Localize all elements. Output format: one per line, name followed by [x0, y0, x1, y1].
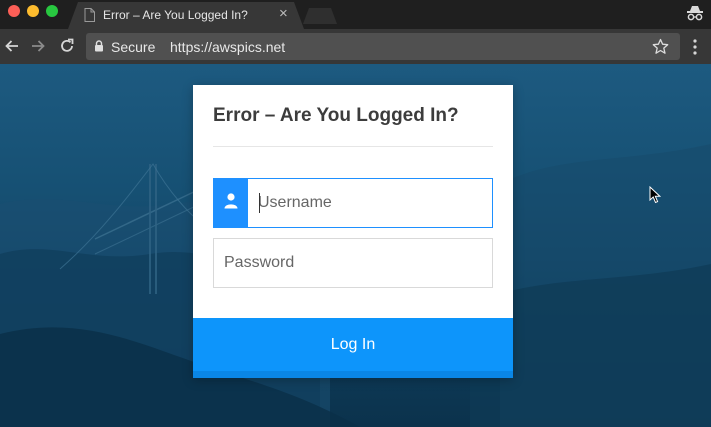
minimize-window-button[interactable]	[27, 5, 39, 17]
close-icon[interactable]: ×	[279, 6, 288, 21]
maximize-window-button[interactable]	[46, 5, 58, 17]
new-tab-button[interactable]	[303, 8, 337, 24]
login-button[interactable]: Log In	[193, 318, 513, 378]
page-title: Error – Are You Logged In?	[213, 105, 459, 126]
username-addon	[214, 179, 248, 227]
close-window-button[interactable]	[8, 5, 20, 17]
mouse-cursor-icon	[649, 186, 661, 204]
browser-tab[interactable]: Error – Are You Logged In? ×	[68, 2, 304, 29]
incognito-icon	[687, 6, 703, 21]
secure-label: Secure	[111, 39, 156, 55]
browser-toolbar: Secure https://awspics.net	[0, 29, 711, 64]
tab-strip: Error – Are You Logged In? ×	[0, 0, 711, 29]
user-icon	[224, 193, 238, 209]
document-icon	[84, 8, 95, 22]
lock-icon	[95, 40, 103, 52]
back-icon[interactable]	[2, 36, 22, 56]
star-icon[interactable]	[652, 38, 669, 55]
menu-icon[interactable]	[688, 38, 702, 56]
url-text[interactable]: https://awspics.net	[170, 39, 285, 55]
text-caret	[259, 193, 260, 213]
username-input[interactable]	[248, 179, 492, 227]
divider	[213, 146, 493, 147]
page-viewport: Error – Are You Logged In? Log In	[0, 64, 711, 427]
reload-icon[interactable]	[57, 36, 77, 56]
username-field-group	[213, 178, 493, 228]
forward-icon[interactable]	[28, 36, 48, 56]
address-bar[interactable]: Secure https://awspics.net	[86, 33, 680, 60]
login-card: Error – Are You Logged In? Log In	[193, 85, 513, 378]
password-input[interactable]	[213, 238, 493, 288]
tab-title: Error – Are You Logged In?	[103, 8, 248, 22]
